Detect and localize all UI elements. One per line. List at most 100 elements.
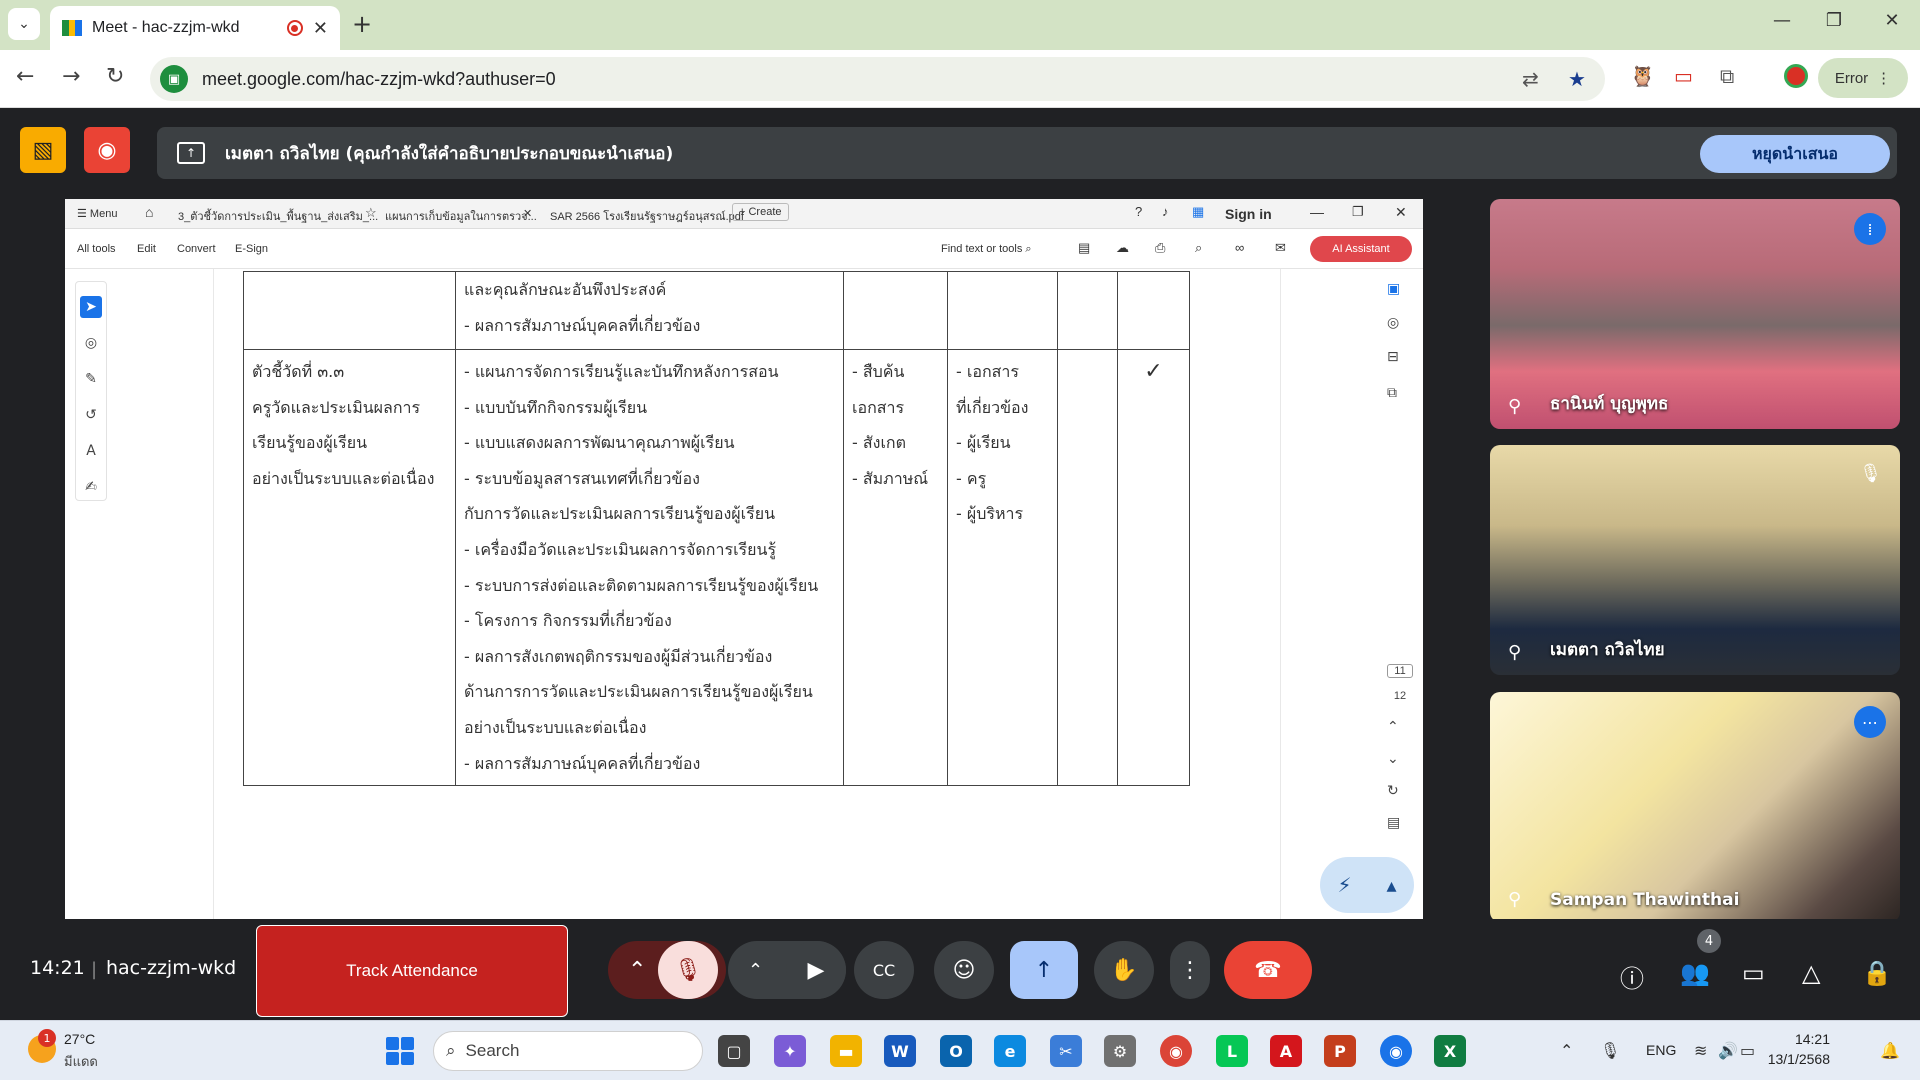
participant-tile[interactable]: 🎙 ⚲ เมตตา ถวิลไทย [1490, 445, 1900, 675]
minimize-icon[interactable]: — [1310, 204, 1324, 220]
chrome-icon[interactable]: ◉ [1160, 1035, 1192, 1067]
notification-bell-icon[interactable]: ♪ [1162, 204, 1169, 219]
emoji-reaction-button[interactable]: ☺ [934, 941, 994, 999]
apps-grid-icon[interactable]: ▦ [1192, 204, 1204, 220]
stop-presenting-button[interactable]: หยุดนำเสนอ [1700, 135, 1890, 173]
sign-in-button[interactable]: Sign in [1225, 206, 1272, 222]
acrobat-tab-1[interactable]: 3_ตัวชี้วัดการประเมิน_พื้นฐาน_ส่งเสริม_.… [178, 207, 378, 225]
people-icon[interactable]: 👥 [1680, 959, 1710, 987]
close-icon[interactable]: ✕ [1395, 204, 1407, 221]
reload-icon[interactable]: ↻ [106, 64, 124, 89]
edge-icon[interactable]: e [994, 1035, 1026, 1067]
extension-vm-icon[interactable]: ▭ [1674, 64, 1693, 88]
participant-tile[interactable]: ⁞ ⚲ ธานินท์ บุญพุทธ [1490, 199, 1900, 429]
wifi-icon[interactable]: ≋ [1694, 1041, 1707, 1060]
show-hidden-icons[interactable]: ⌃ [1560, 1041, 1573, 1060]
current-page-number[interactable]: 11 [1387, 664, 1413, 678]
close-tab-icon[interactable]: ✕ [523, 207, 532, 220]
all-tools-menu[interactable]: All tools [77, 243, 116, 255]
acrobat-icon[interactable]: A [1270, 1035, 1302, 1067]
meeting-info-icon[interactable]: ⓘ [1620, 959, 1644, 994]
extensions-puzzle-icon[interactable]: ⧉ [1720, 64, 1734, 88]
highlight-pen-icon[interactable]: ✎ [80, 368, 102, 390]
help-icon[interactable]: ? [1135, 204, 1142, 219]
windows-start-icon[interactable] [386, 1037, 414, 1065]
recording-icon[interactable]: ◉ [84, 127, 130, 173]
translate-icon[interactable]: ⇄ [1522, 67, 1539, 91]
link-icon[interactable]: ∞ [1235, 240, 1244, 255]
acrobat-tab-3[interactable]: SAR 2566 โรงเรียนรัฐราษฎร์อนุสรณ์.pdf [550, 207, 744, 225]
bookmark-icon[interactable]: ⊟ [1387, 349, 1399, 365]
captions-button[interactable]: CC [854, 941, 914, 999]
page-thumbnail-icon[interactable]: ▤ [1387, 815, 1400, 831]
ai-assistant-button[interactable]: AI Assistant [1310, 236, 1412, 262]
pin-icon[interactable]: ⚲ [1508, 642, 1521, 663]
profile-error-button[interactable]: Error ⋮ [1818, 58, 1908, 98]
notifications-icon[interactable]: 🔔 [1880, 1041, 1900, 1060]
new-tab-icon[interactable]: + [352, 10, 372, 38]
present-off-icon[interactable]: ▧ [20, 127, 66, 173]
address-bar[interactable]: ▣ meet.google.com/hac-zzjm-wkd?authuser=… [150, 57, 1605, 101]
raise-hand-button[interactable]: ✋ [1094, 941, 1154, 999]
restore-window-icon[interactable]: ❐ [1814, 10, 1854, 31]
taskbar-clock[interactable]: 14:21 [1760, 1031, 1830, 1047]
rotate-icon[interactable]: ↻ [1387, 783, 1399, 799]
snipping-tool-icon[interactable]: ✂ [1050, 1035, 1082, 1067]
forward-icon[interactable]: → [62, 64, 80, 89]
weather-temperature[interactable]: 27°C [64, 1031, 95, 1047]
powerpoint-icon[interactable]: P [1324, 1035, 1356, 1067]
home-icon[interactable]: ⌂ [145, 204, 153, 220]
acrobat-tab-2[interactable]: แผนการเก็บข้อมูลในการตรวจ... [385, 207, 537, 225]
bookmark-star-icon[interactable]: ★ [1568, 67, 1586, 91]
present-screen-button[interactable]: ↑ [1010, 941, 1078, 999]
esign-menu[interactable]: E-Sign [235, 243, 268, 255]
create-button[interactable]: + Create [732, 203, 789, 221]
annotation-fab[interactable]: ⚡ ▴ [1320, 857, 1414, 913]
track-attendance-button[interactable]: Track Attendance [256, 925, 568, 1017]
camera-button[interactable]: ▶ [786, 941, 846, 999]
input-language[interactable]: ENG [1646, 1042, 1676, 1058]
taskbar-search[interactable]: ⌕ Search [433, 1031, 703, 1071]
tab-search-dropdown-icon[interactable]: ⌄ [8, 8, 40, 40]
quick-action-bolt-icon[interactable]: ⚡ [1337, 873, 1351, 897]
site-info-icon[interactable]: ▣ [160, 65, 188, 93]
restore-icon[interactable]: ❐ [1352, 204, 1364, 220]
find-text-or-tools[interactable]: Find text or tools ⌕ [941, 243, 1032, 256]
excel-icon[interactable]: X [1434, 1035, 1466, 1067]
draw-freehand-icon[interactable]: ↺ [80, 404, 102, 426]
text-box-icon[interactable]: A [80, 440, 102, 462]
participant-tile[interactable]: ⋯ ⚲ Sampan Thawinthai [1490, 692, 1900, 922]
extension-owl-icon[interactable]: 🦉 [1630, 64, 1655, 88]
word-icon[interactable]: W [884, 1035, 916, 1067]
more-options-button[interactable]: ⋮ [1170, 941, 1210, 999]
edit-pdf-icon[interactable]: ▣ [1387, 281, 1400, 297]
task-view-icon[interactable]: ▢ [718, 1035, 750, 1067]
comment-bubble-icon[interactable]: ◎ [1387, 315, 1399, 331]
expand-up-icon[interactable]: ▴ [1386, 873, 1396, 897]
print-icon[interactable]: ⎙ [1155, 240, 1165, 256]
volume-icon[interactable]: 🔊 [1718, 1041, 1738, 1060]
search-document-icon[interactable]: ⌕ [1195, 240, 1202, 256]
star-icon[interactable]: ☆ [365, 205, 377, 221]
chrome-profile-icon[interactable]: ◉ [1380, 1035, 1412, 1067]
next-page-number[interactable]: 12 [1387, 690, 1413, 702]
edit-menu[interactable]: Edit [137, 243, 156, 255]
network-app-icon[interactable]: ⚙ [1104, 1035, 1136, 1067]
close-tab-icon[interactable]: ✕ [313, 18, 328, 39]
copy-pages-icon[interactable]: ⧉ [1387, 385, 1397, 401]
signature-icon[interactable]: ✍ [80, 476, 102, 498]
taskbar-date[interactable]: 13/1/2568 [1740, 1051, 1830, 1067]
back-icon[interactable]: ← [16, 64, 34, 89]
host-controls-icon[interactable]: 🔒 [1862, 959, 1892, 987]
outlook-icon[interactable]: O [940, 1035, 972, 1067]
leave-call-button[interactable]: ☎ [1224, 941, 1312, 999]
line-app-icon[interactable]: L [1216, 1035, 1248, 1067]
select-pointer-icon[interactable]: ➤ [80, 296, 102, 318]
copilot-icon[interactable]: ✦ [774, 1035, 806, 1067]
microphone-icon[interactable]: 🎙 [1600, 1041, 1620, 1060]
file-explorer-icon[interactable]: ▬ [830, 1035, 862, 1067]
acrobat-menu-button[interactable]: ☰ Menu [77, 207, 117, 220]
scroll-up-icon[interactable]: ⌃ [1387, 719, 1399, 735]
minimize-window-icon[interactable]: — [1762, 10, 1802, 31]
convert-menu[interactable]: Convert [177, 243, 216, 255]
